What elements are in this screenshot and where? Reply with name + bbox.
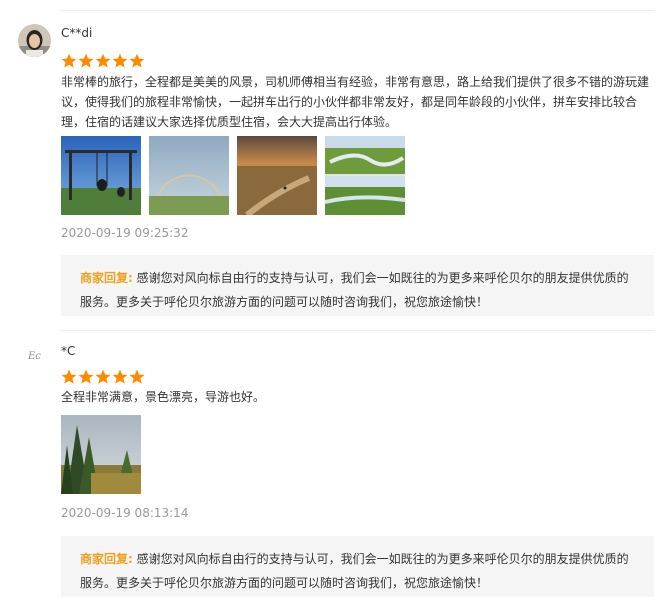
- merchant-reply-text: 感谢您对风向标自由行的支持与认可，我们会一如既往的为更多来呼伦贝尔的朋友提供优质…: [80, 552, 629, 590]
- star-icon: [61, 53, 77, 68]
- avatar[interactable]: Ec: [28, 351, 41, 362]
- star-icon: [129, 53, 145, 68]
- review-timestamp: 2020-09-19 08:13:14: [61, 506, 189, 520]
- sunset-road-photo[interactable]: [237, 136, 317, 215]
- star-icon: [78, 369, 94, 384]
- merchant-reply-text: 感谢您对风向标自由行的支持与认可，我们会一如既往的为更多来呼伦贝尔的朋友提供优质…: [80, 271, 629, 309]
- river-photo[interactable]: [325, 136, 405, 215]
- review-divider: [60, 330, 654, 331]
- review-text: 非常棒的旅行，全程都是美美的风景，司机师傅相当有经验，非常有意思，路上给我们提供…: [61, 75, 650, 129]
- star-rating: [61, 53, 145, 69]
- merchant-reply-label: 商家回复:: [80, 271, 133, 285]
- username: C**di: [61, 26, 93, 40]
- rainbow-photo[interactable]: [149, 136, 229, 215]
- star-icon: [95, 53, 111, 68]
- star-icon: [78, 53, 94, 68]
- star-icon: [95, 369, 111, 384]
- star-icon: [112, 53, 128, 68]
- swing-photo[interactable]: [61, 136, 141, 215]
- review-timestamp: 2020-09-19 09:25:32: [61, 226, 189, 240]
- star-rating: [61, 369, 145, 385]
- star-icon: [129, 369, 145, 384]
- forest-photo[interactable]: [61, 415, 141, 494]
- username: *C: [61, 344, 76, 358]
- merchant-reply: 商家回复: 感谢您对风向标自由行的支持与认可，我们会一如既往的为更多来呼伦贝尔的…: [61, 536, 654, 597]
- avatar[interactable]: [18, 24, 51, 57]
- merchant-reply: 商家回复: 感谢您对风向标自由行的支持与认可，我们会一如既往的为更多来呼伦贝尔的…: [61, 255, 654, 316]
- merchant-reply-label: 商家回复:: [80, 552, 133, 566]
- review-text: 全程非常满意，景色漂亮，导游也好。: [61, 390, 266, 404]
- top-divider: [60, 10, 654, 11]
- star-icon: [112, 369, 128, 384]
- star-icon: [61, 369, 77, 384]
